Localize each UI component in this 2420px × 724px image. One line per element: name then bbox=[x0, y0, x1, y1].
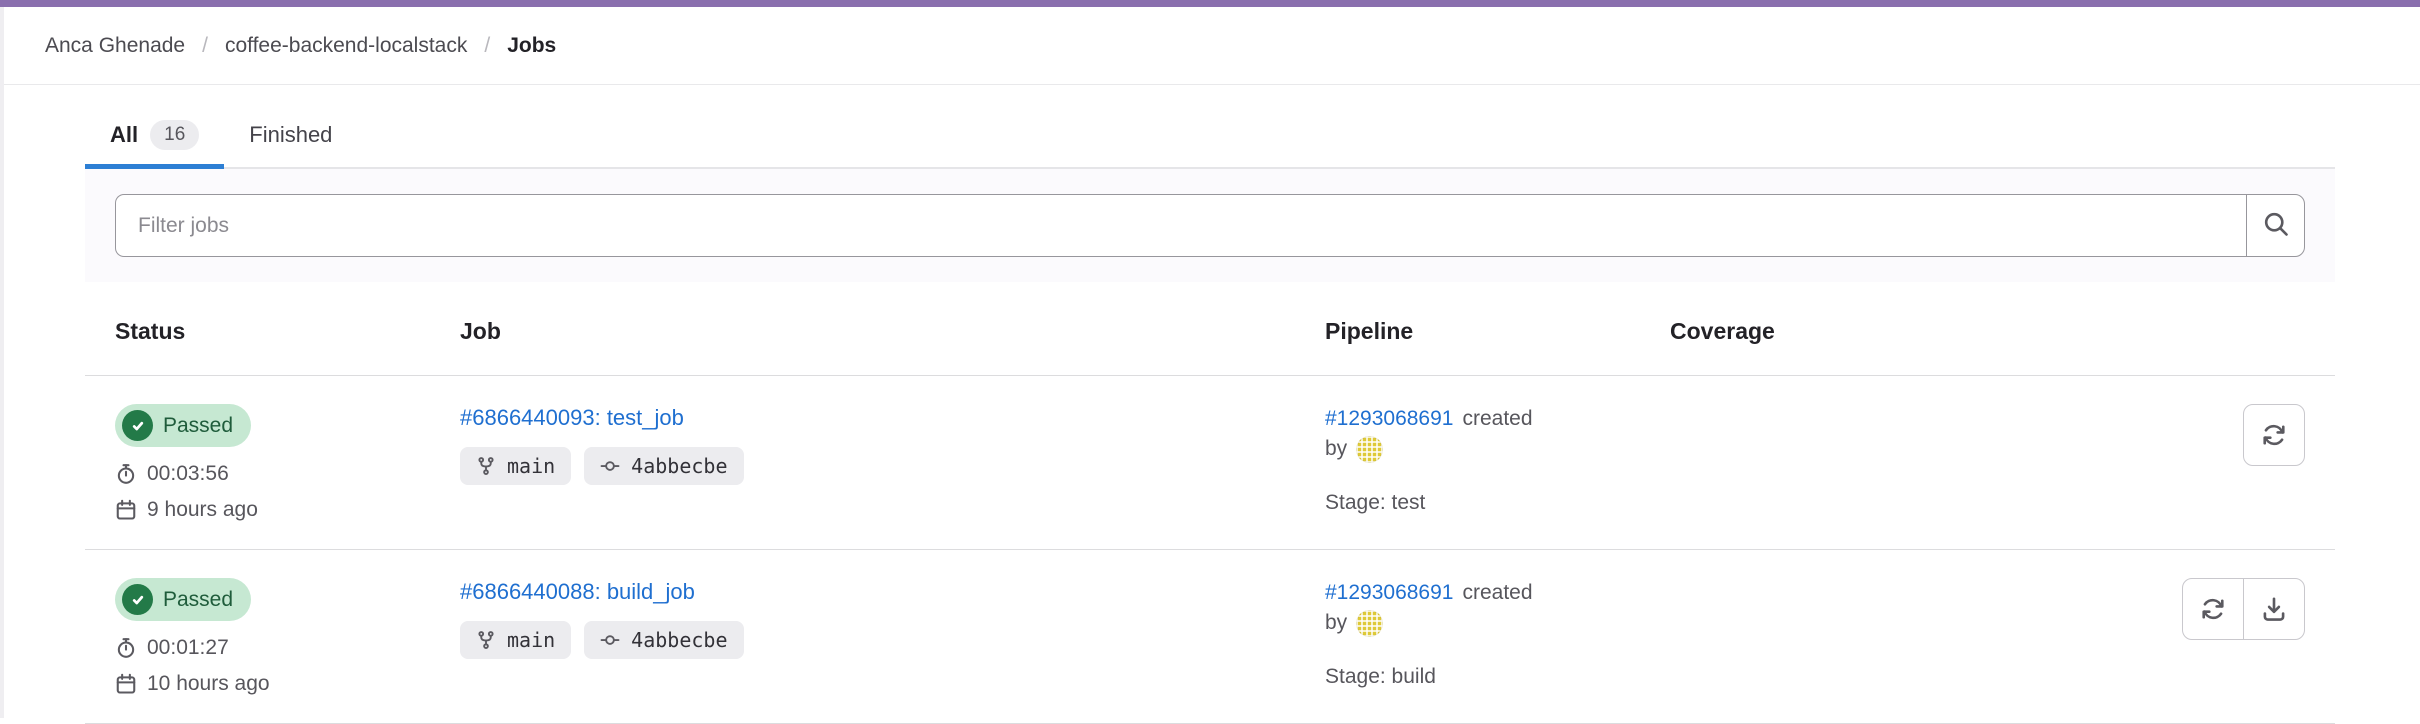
retry-icon bbox=[2199, 595, 2227, 623]
calendar-icon bbox=[115, 673, 137, 695]
job-link[interactable]: #6866440088: build_job bbox=[460, 578, 695, 606]
breadcrumb-current-page: Jobs bbox=[507, 34, 556, 58]
retry-icon bbox=[2260, 421, 2288, 449]
search-icon bbox=[2262, 210, 2290, 241]
jobs-tabs: All 16 Finished bbox=[85, 99, 2335, 169]
calendar-icon bbox=[115, 499, 137, 521]
breadcrumb-link-user[interactable]: Anca Ghenade bbox=[45, 34, 185, 58]
breadcrumb: Anca Ghenade / coffee-backend-localstack… bbox=[0, 7, 2420, 85]
job-duration: 00:03:56 bbox=[115, 460, 460, 487]
status-cell: Passed 00:01:27 10 hours ago bbox=[115, 578, 460, 697]
job-tags: main 4abbecbe bbox=[460, 447, 1325, 485]
commit-icon bbox=[600, 630, 620, 650]
filter-jobs-input[interactable] bbox=[115, 194, 2246, 257]
retry-button[interactable] bbox=[2243, 404, 2305, 466]
job-age: 10 hours ago bbox=[115, 670, 460, 697]
branch-tag[interactable]: main bbox=[460, 447, 571, 485]
job-cell: #6866440088: build_job main 4abbecbe bbox=[460, 578, 1325, 697]
header-job: Job bbox=[460, 282, 1325, 375]
job-cell: #6866440093: test_job main 4abbecbe bbox=[460, 404, 1325, 523]
commit-sha: 4abbecbe bbox=[631, 628, 727, 652]
pipeline-cell: #1293068691 created by Stage: build bbox=[1325, 578, 1670, 697]
branch-icon bbox=[476, 456, 496, 476]
actions-button-group bbox=[2182, 578, 2305, 640]
filter-input-group bbox=[115, 194, 2305, 257]
window-left-edge bbox=[0, 7, 4, 718]
tab-finished-label: Finished bbox=[249, 122, 332, 148]
retry-button[interactable] bbox=[2182, 578, 2244, 640]
branch-name: main bbox=[507, 628, 555, 652]
job-row: Passed 00:03:56 9 hours ago #6866440093:… bbox=[85, 376, 2335, 550]
timer-icon bbox=[115, 463, 137, 485]
branch-name: main bbox=[507, 454, 555, 478]
tab-all-count-badge: 16 bbox=[150, 120, 199, 150]
by-text: by bbox=[1325, 434, 1347, 464]
commit-icon bbox=[600, 456, 620, 476]
breadcrumb-separator: / bbox=[202, 34, 208, 58]
job-tags: main 4abbecbe bbox=[460, 621, 1325, 659]
job-duration: 00:01:27 bbox=[115, 634, 460, 661]
duration-text: 00:01:27 bbox=[147, 634, 229, 661]
search-button[interactable] bbox=[2246, 194, 2305, 257]
tab-finished[interactable]: Finished bbox=[224, 99, 357, 167]
header-status: Status bbox=[115, 282, 460, 375]
branch-tag[interactable]: main bbox=[460, 621, 571, 659]
pipeline-link[interactable]: #1293068691 bbox=[1325, 578, 1453, 608]
age-text: 9 hours ago bbox=[147, 496, 258, 523]
status-cell: Passed 00:03:56 9 hours ago bbox=[115, 404, 460, 523]
created-text: created bbox=[1462, 578, 1532, 608]
job-row: Passed 00:01:27 10 hours ago #6866440088… bbox=[85, 550, 2335, 724]
status-badge[interactable]: Passed bbox=[115, 578, 251, 621]
commit-tag[interactable]: 4abbecbe bbox=[584, 621, 743, 659]
commit-sha: 4abbecbe bbox=[631, 454, 727, 478]
pipeline-author-avatar[interactable] bbox=[1356, 610, 1383, 637]
pipeline-link[interactable]: #1293068691 bbox=[1325, 404, 1453, 434]
header-actions bbox=[1970, 282, 2305, 375]
status-check-circle-icon bbox=[122, 584, 153, 615]
status-badge[interactable]: Passed bbox=[115, 404, 251, 447]
stage-text: Stage: build bbox=[1325, 665, 1670, 689]
header-coverage: Coverage bbox=[1670, 282, 1970, 375]
status-check-circle-icon bbox=[122, 410, 153, 441]
job-age: 9 hours ago bbox=[115, 496, 460, 523]
by-text: by bbox=[1325, 608, 1347, 638]
timer-icon bbox=[115, 637, 137, 659]
top-accent-bar bbox=[0, 0, 2420, 7]
breadcrumb-link-project[interactable]: coffee-backend-localstack bbox=[225, 34, 467, 58]
branch-icon bbox=[476, 630, 496, 650]
actions-cell bbox=[1970, 404, 2305, 523]
created-text: created bbox=[1462, 404, 1532, 434]
pipeline-author-avatar[interactable] bbox=[1356, 436, 1383, 463]
download-button[interactable] bbox=[2243, 578, 2305, 640]
coverage-cell bbox=[1670, 404, 1970, 523]
commit-tag[interactable]: 4abbecbe bbox=[584, 447, 743, 485]
breadcrumb-separator: / bbox=[484, 34, 490, 58]
coverage-cell bbox=[1670, 578, 1970, 697]
pipeline-cell: #1293068691 created by Stage: test bbox=[1325, 404, 1670, 523]
job-link[interactable]: #6866440093: test_job bbox=[460, 404, 684, 432]
duration-text: 00:03:56 bbox=[147, 460, 229, 487]
download-icon bbox=[2260, 595, 2288, 623]
filter-panel bbox=[85, 169, 2335, 282]
status-badge-label: Passed bbox=[163, 413, 233, 439]
actions-cell bbox=[1970, 578, 2305, 697]
status-badge-label: Passed bbox=[163, 587, 233, 613]
stage-text: Stage: test bbox=[1325, 491, 1670, 515]
tab-all-label: All bbox=[110, 122, 138, 148]
age-text: 10 hours ago bbox=[147, 670, 270, 697]
tab-all[interactable]: All 16 bbox=[85, 99, 224, 167]
jobs-table-header: Status Job Pipeline Coverage bbox=[85, 282, 2335, 376]
header-pipeline: Pipeline bbox=[1325, 282, 1670, 375]
